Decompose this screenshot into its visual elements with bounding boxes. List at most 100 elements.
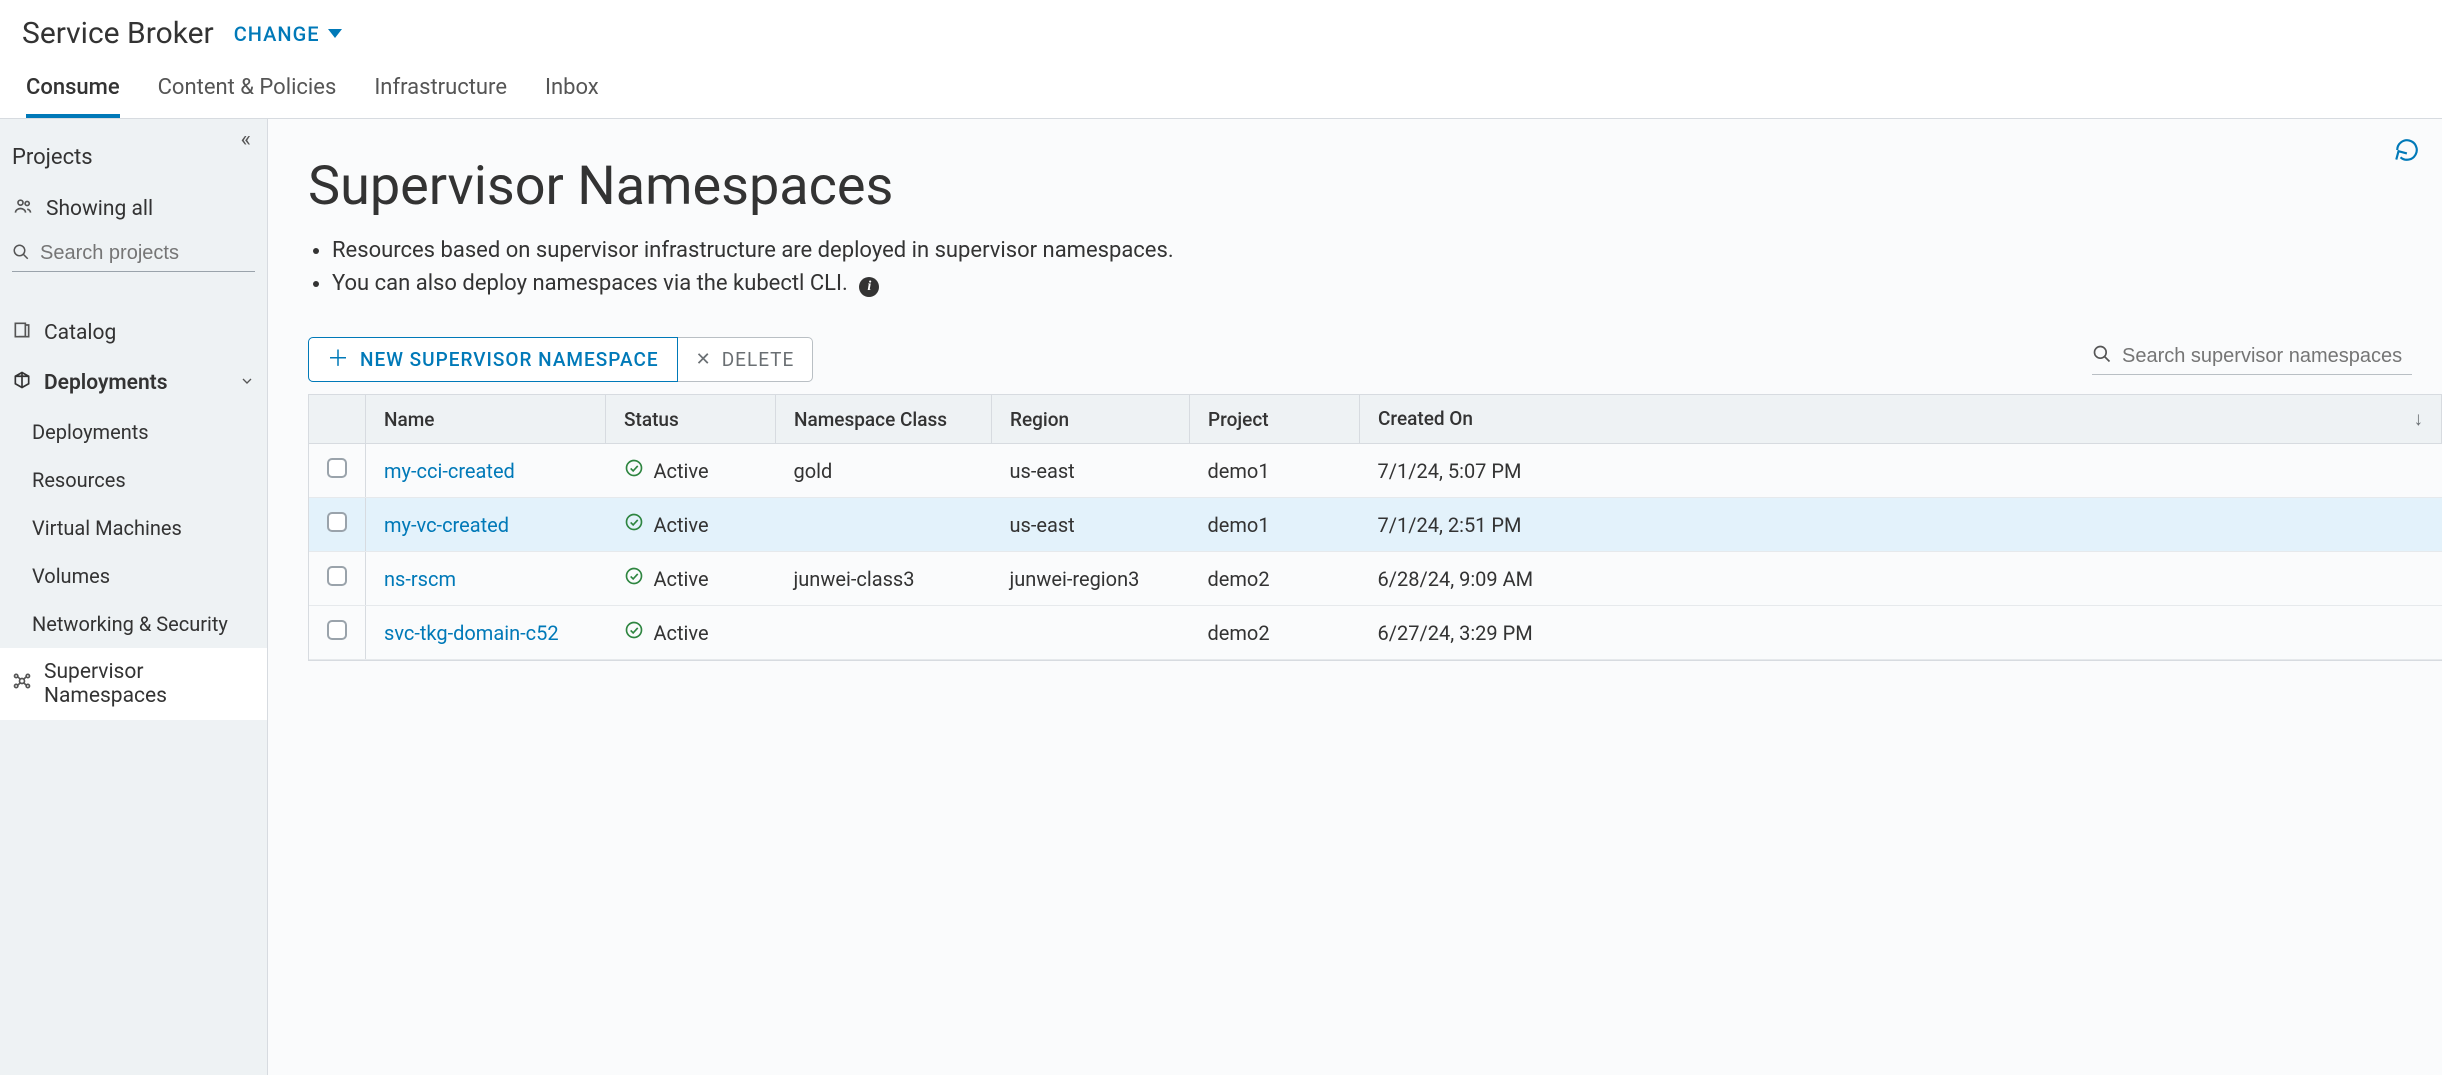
cell-name: ns-rscm — [366, 552, 606, 606]
tab-inbox[interactable]: Inbox — [545, 61, 599, 118]
delete-button-label: DELETE — [722, 348, 795, 371]
namespace-link[interactable]: svc-tkg-domain-c52 — [384, 621, 559, 645]
namespace-link[interactable]: my-cci-created — [384, 459, 515, 483]
sidebar-supervisor-namespaces-label: Supervisor Namespaces — [44, 660, 255, 708]
cell-created-on: 7/1/24, 5:07 PM — [1360, 444, 2442, 498]
status-label: Active — [654, 621, 709, 645]
status-label: Active — [654, 567, 709, 591]
cell-namespace-class: gold — [776, 444, 992, 498]
sidebar-item-virtual-machines[interactable]: Virtual Machines — [0, 504, 267, 552]
search-icon — [2092, 344, 2112, 368]
app-title: Service Broker — [22, 16, 214, 51]
chevron-down-icon — [239, 371, 255, 395]
sidebar-item-catalog[interactable]: Catalog — [0, 308, 267, 358]
tab-consume[interactable]: Consume — [26, 61, 120, 118]
row-checkbox[interactable] — [327, 566, 347, 586]
catalog-icon — [12, 320, 32, 346]
row-checkbox[interactable] — [327, 512, 347, 532]
cell-namespace-class: junwei-class3 — [776, 552, 992, 606]
cell-status: Active — [606, 552, 776, 606]
col-project[interactable]: Project — [1190, 395, 1360, 444]
row-checkbox[interactable] — [327, 458, 347, 478]
sidebar-showing-all[interactable]: Showing all — [12, 186, 255, 232]
cell-region — [992, 606, 1190, 660]
change-label: CHANGE — [234, 22, 320, 46]
plus-icon: ＋ — [327, 349, 350, 371]
cell-status: Active — [606, 444, 776, 498]
col-region[interactable]: Region — [992, 395, 1190, 444]
status-label: Active — [654, 513, 709, 537]
cell-name: my-cci-created — [366, 444, 606, 498]
cell-status: Active — [606, 498, 776, 552]
sidebar-item-resources[interactable]: Resources — [0, 456, 267, 504]
sort-descending-icon: ↓ — [2414, 407, 2424, 431]
main-tabs: Consume Content & Policies Infrastructur… — [0, 61, 2442, 119]
desc-line-2: You can also deploy namespaces via the k… — [332, 267, 2442, 301]
refresh-button[interactable] — [2394, 137, 2420, 167]
cell-project: demo2 — [1190, 606, 1360, 660]
delete-button[interactable]: ✕ DELETE — [678, 337, 814, 382]
table-row[interactable]: my-vc-created Active us-eastdemo17/1/24, 2… — [309, 498, 2442, 552]
new-supervisor-namespace-button[interactable]: ＋ NEW SUPERVISOR NAMESPACE — [308, 337, 678, 382]
search-icon — [12, 243, 30, 265]
table-search-input[interactable] — [2122, 345, 2412, 368]
sidebar-catalog-label: Catalog — [44, 321, 116, 345]
row-checkbox[interactable] — [327, 620, 347, 640]
main-content: Supervisor Namespaces Resources based on… — [268, 119, 2442, 1075]
change-app-link[interactable]: CHANGE — [234, 22, 342, 46]
chevron-down-icon — [328, 29, 342, 38]
col-created-on[interactable]: Created On ↓ — [1360, 395, 2442, 444]
col-created-on-label: Created On — [1378, 407, 1473, 430]
row-checkbox-cell — [309, 552, 366, 606]
table-row[interactable]: my-cci-created Activegoldus-eastdemo17/1/… — [309, 444, 2442, 498]
cell-project: demo1 — [1190, 498, 1360, 552]
status-check-icon — [624, 458, 644, 483]
cell-region: us-east — [992, 444, 1190, 498]
table-row[interactable]: svc-tkg-domain-c52 Active demo26/27/24, 3:… — [309, 606, 2442, 660]
table-search[interactable] — [2092, 344, 2412, 375]
namespaces-table: Name Status Namespace Class Region Proje… — [309, 395, 2442, 660]
status-check-icon — [624, 620, 644, 645]
cell-name: svc-tkg-domain-c52 — [366, 606, 606, 660]
row-checkbox-cell — [309, 498, 366, 552]
cell-created-on: 7/1/24, 2:51 PM — [1360, 498, 2442, 552]
info-icon[interactable]: i — [859, 277, 879, 297]
tab-content-policies[interactable]: Content & Policies — [158, 61, 337, 118]
status-check-icon — [624, 512, 644, 537]
cell-project: demo1 — [1190, 444, 1360, 498]
sidebar-item-networking-security[interactable]: Networking & Security — [0, 600, 267, 648]
sidebar-search-projects[interactable] — [12, 242, 255, 272]
sidebar-item-deployments-parent[interactable]: Deployments — [0, 358, 267, 408]
desc-line-2-text: You can also deploy namespaces via the k… — [332, 271, 848, 296]
col-status[interactable]: Status — [606, 395, 776, 444]
row-checkbox-cell — [309, 606, 366, 660]
cell-namespace-class — [776, 606, 992, 660]
sidebar-projects-title: Projects — [12, 139, 255, 186]
collapse-sidebar-icon[interactable]: « — [241, 127, 251, 152]
col-name[interactable]: Name — [366, 395, 606, 444]
deployments-icon — [12, 370, 32, 396]
namespace-link[interactable]: my-vc-created — [384, 513, 509, 537]
sidebar: « Projects Showing all Cat — [0, 119, 268, 1075]
table-row[interactable]: ns-rscm Active junwei-class3junwei-region3… — [309, 552, 2442, 606]
cell-created-on: 6/27/24, 3:29 PM — [1360, 606, 2442, 660]
col-namespace-class[interactable]: Namespace Class — [776, 395, 992, 444]
new-button-label: NEW SUPERVISOR NAMESPACE — [360, 348, 659, 371]
sidebar-item-volumes[interactable]: Volumes — [0, 552, 267, 600]
sidebar-search-input[interactable] — [40, 242, 255, 265]
cell-name: my-vc-created — [366, 498, 606, 552]
sidebar-item-deployments[interactable]: Deployments — [0, 408, 267, 456]
tab-infrastructure[interactable]: Infrastructure — [374, 61, 507, 118]
cell-region: us-east — [992, 498, 1190, 552]
sidebar-item-supervisor-namespaces[interactable]: Supervisor Namespaces — [0, 648, 267, 720]
status-check-icon — [624, 566, 644, 591]
cell-region: junwei-region3 — [992, 552, 1190, 606]
cell-created-on: 6/28/24, 9:09 AM — [1360, 552, 2442, 606]
page-description: Resources based on supervisor infrastruc… — [268, 228, 2442, 301]
row-checkbox-cell — [309, 444, 366, 498]
cell-status: Active — [606, 606, 776, 660]
sidebar-showing-all-label: Showing all — [46, 197, 153, 221]
people-icon — [12, 196, 34, 222]
page-title: Supervisor Namespaces — [268, 119, 2442, 228]
namespace-link[interactable]: ns-rscm — [384, 567, 456, 591]
